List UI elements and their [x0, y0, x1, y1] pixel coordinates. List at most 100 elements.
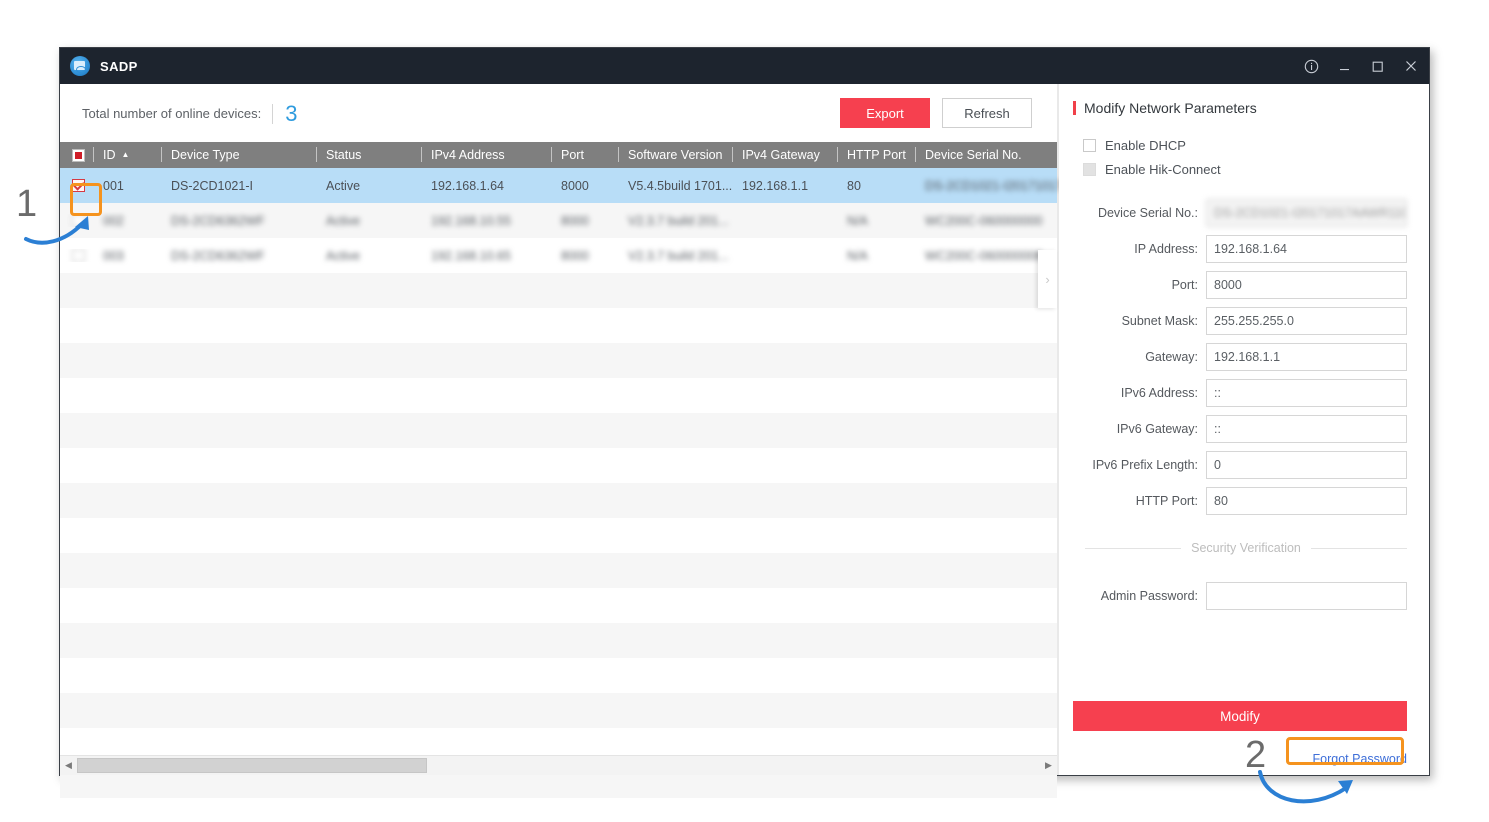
table-row[interactable]: 001 DS-2CD1021-I Active 192.168.1.64 8000 V5.…: [60, 168, 1095, 203]
cell-status: Active: [326, 248, 361, 263]
toolbar-actions: Export Refresh: [840, 98, 1032, 128]
ipv6-address-field[interactable]: ::: [1206, 379, 1407, 407]
table-row[interactable]: 002 DS-2CD6362WF Active 192.168.10.55 8000 V2…: [60, 203, 1057, 238]
table-row-empty: [60, 518, 1057, 553]
table-row-empty: [60, 273, 1057, 308]
header-device-serial-no-label: Device Serial No.: [925, 148, 1022, 162]
cell-sw: V5.4.5build 1701...: [628, 178, 732, 193]
maximize-icon[interactable]: [1370, 59, 1385, 74]
enable-dhcp-label: Enable DHCP: [1105, 138, 1186, 153]
cell-id: 001: [103, 178, 124, 193]
field-row-http-port: HTTP Port: 80: [1073, 487, 1407, 515]
header-ipv4-gateway-label: IPv4 Gateway: [742, 148, 820, 162]
info-icon[interactable]: [1304, 59, 1319, 74]
device-table: ID ▲ Device Type Status IPv4 Address Por…: [60, 142, 1095, 798]
export-button[interactable]: Export: [840, 98, 930, 128]
cell-http: N/A: [847, 248, 868, 263]
cell-ip: 192.168.10.65: [431, 248, 511, 263]
port-label: Port:: [1171, 278, 1198, 292]
ip-address-field[interactable]: 192.168.1.64: [1206, 235, 1407, 263]
separator-line-left: [1085, 547, 1182, 549]
forgot-password-link[interactable]: Forgot Password: [1313, 752, 1407, 766]
field-row-port: Port: 8000: [1073, 271, 1407, 299]
scrollbar-thumb[interactable]: [77, 758, 427, 773]
scrollbar-track[interactable]: [77, 756, 1040, 775]
header-status[interactable]: Status: [316, 142, 421, 168]
header-software-version-label: Software Version: [628, 148, 723, 162]
header-ipv4-address[interactable]: IPv4 Address: [421, 142, 551, 168]
security-verification-label: Security Verification: [1191, 541, 1301, 555]
select-all-checkbox-icon[interactable]: [72, 148, 85, 162]
header-ipv4-address-label: IPv4 Address: [431, 148, 505, 162]
ip-address-label: IP Address:: [1134, 242, 1198, 256]
header-ipv4-gateway[interactable]: IPv4 Gateway: [732, 142, 837, 168]
row-checkbox-icon[interactable]: [72, 249, 85, 262]
table-row[interactable]: 003 DS-2CD6362WF Active 192.168.10.65 8000 V2…: [60, 238, 1057, 273]
header-select-all[interactable]: [60, 142, 93, 168]
chevron-right-icon[interactable]: ›: [1038, 250, 1057, 308]
table-row-empty: [60, 588, 1057, 623]
title-bar: SADP: [60, 48, 1429, 84]
header-port-label: Port: [561, 148, 584, 162]
header-device-type[interactable]: Device Type: [161, 142, 316, 168]
field-row-subnet-mask: Subnet Mask: 255.255.255.0: [1073, 307, 1407, 335]
modify-button[interactable]: Modify: [1073, 701, 1407, 731]
modify-network-pane: Modify Network Parameters Enable DHCP Ena…: [1059, 84, 1429, 775]
cell-type: DS-2CD6362WF: [171, 213, 265, 228]
header-port[interactable]: Port: [551, 142, 618, 168]
row-checkbox-cell[interactable]: [60, 179, 93, 192]
ipv6-gateway-label: IPv6 Gateway:: [1116, 422, 1198, 436]
separator-line-right: [1310, 547, 1407, 549]
enable-dhcp-checkbox-icon[interactable]: [1083, 139, 1096, 152]
ipv6-gateway-field[interactable]: ::: [1206, 415, 1407, 443]
checkbox-row-enable-dhcp[interactable]: Enable DHCP: [1083, 138, 1407, 153]
close-icon[interactable]: [1403, 58, 1419, 74]
ipv6-prefix-length-field[interactable]: 0: [1206, 451, 1407, 479]
cell-sw: V2.3.7 build 201...: [628, 248, 729, 263]
header-id[interactable]: ID ▲: [93, 142, 161, 168]
port-field[interactable]: 8000: [1206, 271, 1407, 299]
table-row-empty: [60, 483, 1057, 518]
field-row-ipv6-gateway: IPv6 Gateway:::: [1073, 415, 1407, 443]
cell-ip: 192.168.1.64: [431, 178, 504, 193]
ipv6-address-label: IPv6 Address:: [1120, 386, 1198, 400]
cell-ip: 192.168.10.55: [431, 213, 511, 228]
subnet-mask-label: Subnet Mask:: [1121, 314, 1198, 328]
subnet-mask-field[interactable]: 255.255.255.0: [1206, 307, 1407, 335]
scroll-left-arrow-icon[interactable]: ◀: [60, 756, 77, 775]
header-id-label: ID: [103, 148, 116, 162]
table-row-empty: [60, 693, 1057, 728]
ipv6-prefix-length-label: IPv6 Prefix Length:: [1092, 458, 1198, 472]
header-status-label: Status: [326, 148, 362, 162]
row-checkbox-icon[interactable]: [72, 214, 85, 227]
horizontal-scrollbar[interactable]: ◀ ▶: [60, 755, 1057, 775]
header-http-port-label: HTTP Port: [847, 148, 906, 162]
row-checkbox-cell[interactable]: [60, 249, 93, 262]
table-row-empty: [60, 413, 1057, 448]
window-controls: [1304, 48, 1419, 84]
http-port-field[interactable]: 80: [1206, 487, 1407, 515]
cell-port: 8000: [561, 248, 589, 263]
gateway-field[interactable]: 192.168.1.1: [1206, 343, 1407, 371]
table-row-empty: [60, 553, 1057, 588]
header-software-version[interactable]: Software Version: [618, 142, 732, 168]
annotation-number-2: 2: [1245, 734, 1267, 776]
cell-status: Active: [326, 178, 361, 193]
checkbox-row-enable-hik-connect[interactable]: Enable Hik-Connect: [1083, 162, 1407, 177]
minimize-icon[interactable]: [1337, 59, 1352, 74]
gateway-label: Gateway:: [1145, 350, 1198, 364]
refresh-button[interactable]: Refresh: [942, 98, 1032, 128]
admin-password-field[interactable]: [1206, 582, 1407, 610]
admin-password-label: Admin Password:: [1100, 589, 1198, 603]
scroll-right-arrow-icon[interactable]: ▶: [1040, 756, 1057, 775]
sort-ascending-icon[interactable]: ▲: [122, 150, 130, 159]
field-row-gateway: Gateway: 192.168.1.1: [1073, 343, 1407, 371]
row-checkbox-cell[interactable]: [60, 214, 93, 227]
header-http-port[interactable]: HTTP Port: [837, 142, 915, 168]
field-row-ipv6-prefix-length: IPv6 Prefix Length: 0: [1073, 451, 1407, 479]
row-checkbox-checked-icon[interactable]: [72, 179, 85, 192]
cell-type: DS-2CD1021-I: [171, 178, 253, 193]
table-row-empty: [60, 343, 1057, 378]
annotation-number-1: 1: [16, 183, 38, 225]
panel-title-tick-icon: [1073, 101, 1076, 115]
